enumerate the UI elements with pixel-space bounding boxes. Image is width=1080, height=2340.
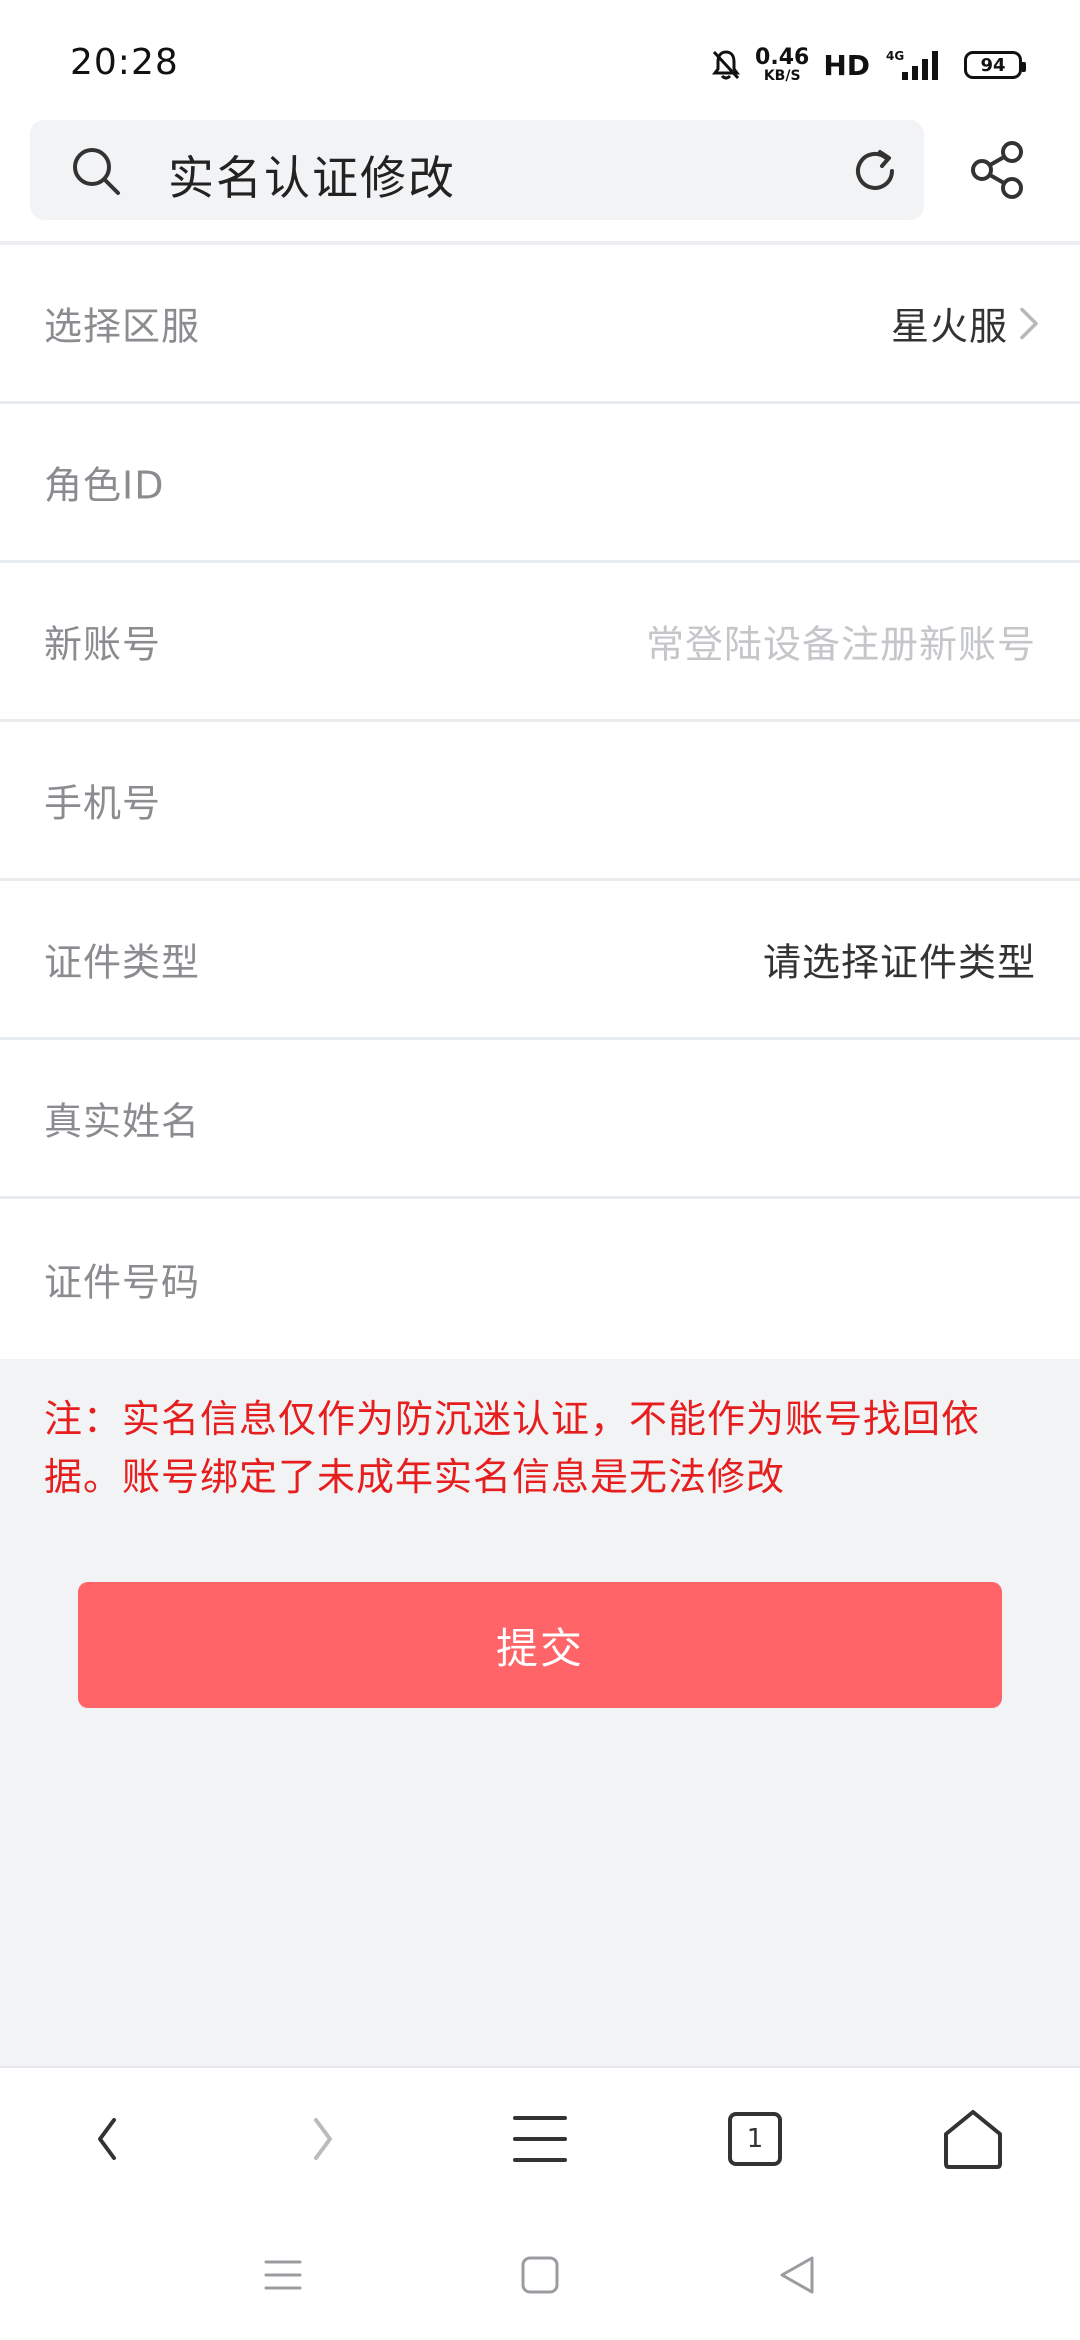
- real-name-label: 真实姓名: [44, 1099, 201, 1144]
- id-type-row[interactable]: 证件类型 请选择证件类型: [0, 881, 1080, 1040]
- warning-note: 注：实名信息仅作为防沉迷认证，不能作为账号找回依据。账号绑定了未成年实名信息是无…: [44, 1397, 981, 1499]
- id-number-row[interactable]: 证件号码: [0, 1199, 1080, 1359]
- new-account-field[interactable]: 常登陆设备注册新账号: [646, 614, 1036, 669]
- real-name-form: 选择区服 星火服 角色ID 新账号 常登陆设备注册新账号 手机号 证件类型 请选…: [0, 245, 1080, 1359]
- status-time: 20:28: [70, 42, 179, 83]
- battery-level: 94: [980, 54, 1006, 76]
- back-arrow-icon[interactable]: [72, 2106, 142, 2172]
- battery-icon: 94: [964, 51, 1026, 79]
- browser-header: 实名认证修改: [0, 110, 1080, 245]
- server-select-row[interactable]: 选择区服 星火服: [0, 245, 1080, 404]
- status-bar: 20:28 0.46 KB/S HD 4G 94: [0, 0, 1080, 110]
- home-icon[interactable]: [938, 2106, 1008, 2172]
- share-icon[interactable]: [968, 140, 1028, 200]
- browser-toolbar: 1: [0, 2066, 1080, 2206]
- id-type-label: 证件类型: [44, 940, 201, 985]
- real-name-row[interactable]: 真实姓名: [0, 1040, 1080, 1199]
- back-triangle-icon[interactable]: [772, 2250, 822, 2300]
- signal-icon: 4G: [886, 49, 938, 80]
- new-account-label: 新账号: [44, 622, 162, 667]
- status-icons: 0.46 KB/S HD 4G 94: [711, 40, 1026, 90]
- server-value[interactable]: 星火服: [891, 296, 1008, 351]
- net-speed-value: 0.46: [755, 45, 810, 70]
- system-navigation-bar: [0, 2206, 1080, 2340]
- new-account-row[interactable]: 新账号 常登陆设备注册新账号: [0, 563, 1080, 722]
- role-id-row[interactable]: 角色ID: [0, 404, 1080, 563]
- net-speed-unit: KB/S: [763, 68, 801, 84]
- search-icon[interactable]: [70, 145, 122, 197]
- server-select[interactable]: 星火服: [891, 296, 1040, 351]
- phone-row[interactable]: 手机号: [0, 722, 1080, 881]
- hd-label: HD: [823, 48, 870, 82]
- net-speed: 0.46 KB/S: [755, 45, 810, 84]
- tabs-icon[interactable]: 1: [722, 2106, 792, 2172]
- role-id-label: 角色ID: [44, 463, 165, 508]
- server-label: 选择区服: [44, 304, 201, 349]
- chevron-right-icon: [1020, 307, 1038, 339]
- submit-button[interactable]: 提交: [78, 1582, 1002, 1708]
- forward-arrow-icon[interactable]: [288, 2106, 358, 2172]
- home-square-icon[interactable]: [515, 2250, 565, 2300]
- search-text[interactable]: 实名认证修改: [168, 142, 456, 208]
- refresh-icon[interactable]: [848, 144, 902, 198]
- id-type-select[interactable]: 请选择证件类型: [763, 932, 1036, 987]
- search-bar[interactable]: 实名认证修改: [30, 120, 924, 220]
- tab-count: 1: [728, 2112, 782, 2166]
- id-number-label: 证件号码: [44, 1260, 201, 1305]
- recent-apps-icon[interactable]: [258, 2250, 308, 2300]
- menu-icon[interactable]: [505, 2106, 575, 2172]
- phone-label: 手机号: [44, 781, 162, 826]
- signal-label: 4G: [886, 49, 904, 63]
- bell-muted-icon: [712, 50, 741, 80]
